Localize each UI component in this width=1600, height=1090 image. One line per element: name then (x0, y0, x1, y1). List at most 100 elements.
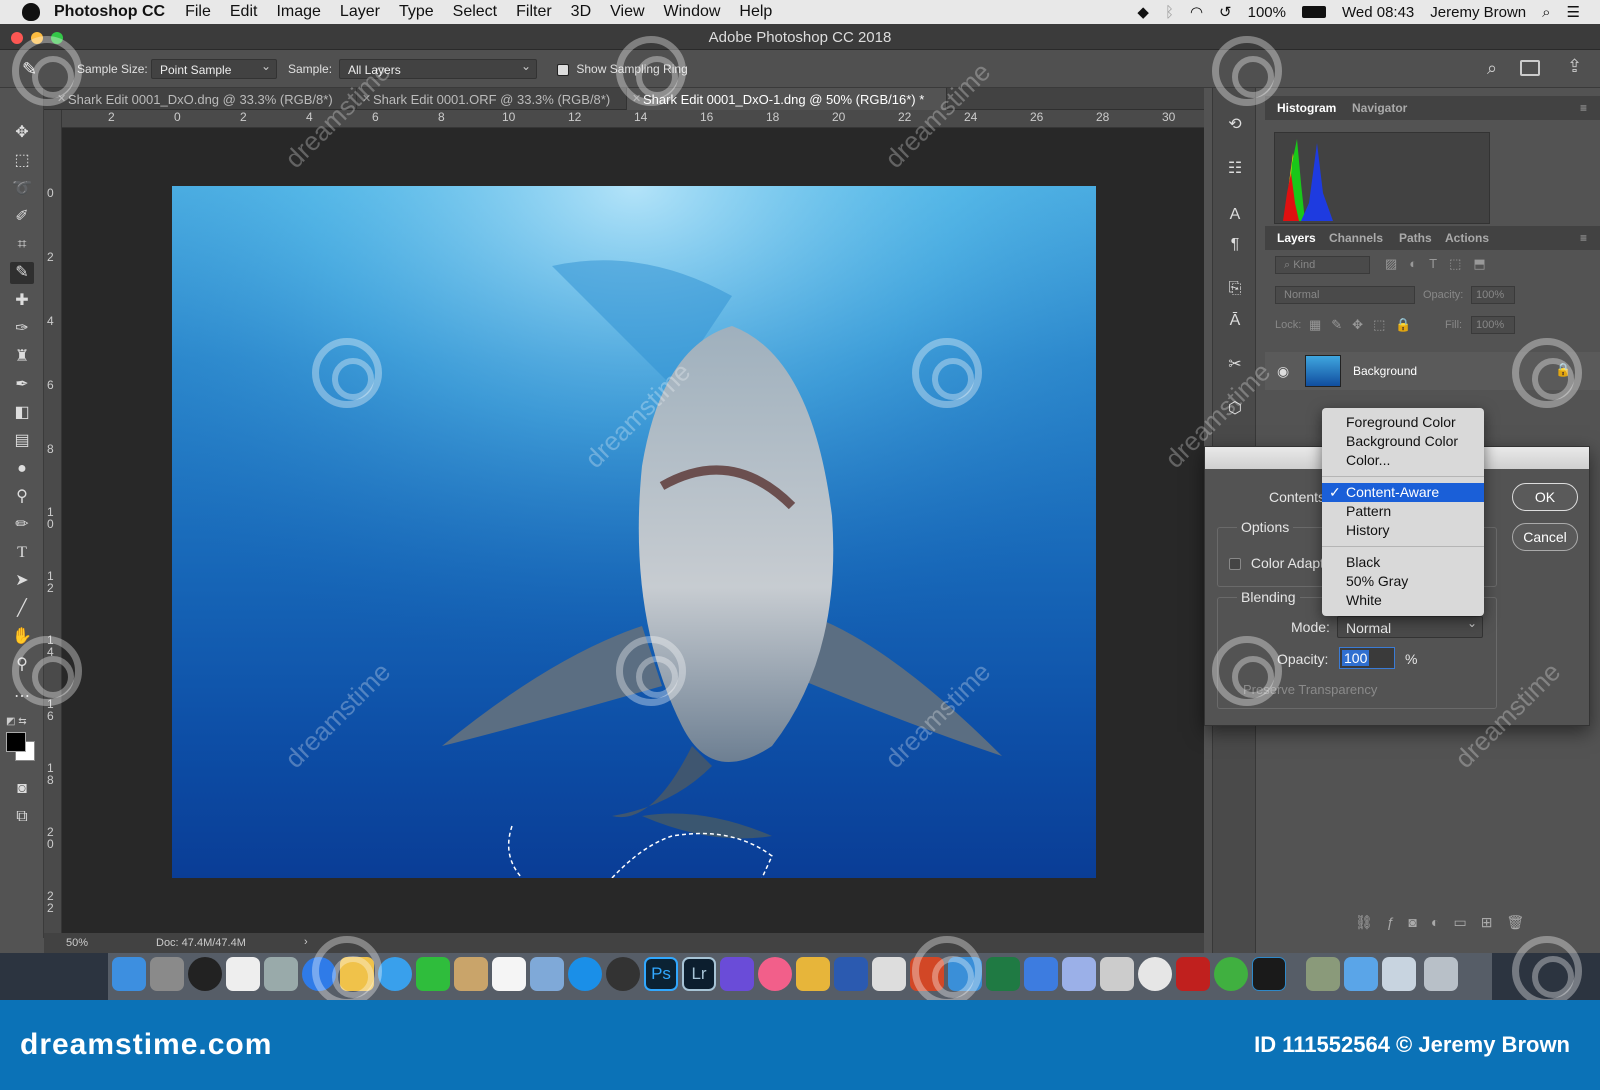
itunes-dock-icon[interactable] (758, 957, 792, 991)
dictionary-dock-icon[interactable] (796, 957, 830, 991)
history-brush-tool-icon[interactable]: ✒ (10, 374, 34, 396)
color-adaptation-option[interactable]: Color Adapta (1229, 555, 1332, 571)
lasso-tool-icon[interactable]: ➰ (10, 178, 34, 200)
crop-tool-icon[interactable]: ⌗ (10, 234, 34, 256)
tab-paths[interactable]: Paths (1399, 231, 1432, 245)
numbers-dock-icon[interactable] (1024, 957, 1058, 991)
layer-row-background[interactable]: ◉ Background 🔒 (1265, 352, 1600, 390)
character-styles-icon[interactable]: Ā (1223, 310, 1247, 332)
trash-dock-icon[interactable] (1424, 957, 1458, 991)
layer-filter-icons[interactable]: ▨◐T⬚⬒ (1385, 256, 1498, 272)
contacts-dock-icon[interactable] (454, 957, 488, 991)
menu-window[interactable]: Window (664, 3, 721, 21)
layer-opacity-input[interactable]: 100% (1471, 286, 1515, 304)
show-sampling-ring-option[interactable]: Show Sampling Ring (557, 62, 688, 76)
default-colors-icon[interactable]: ◩ ⇆ (6, 716, 27, 727)
tab-channels[interactable]: Channels (1329, 231, 1383, 245)
tool-presets-icon[interactable]: ✂ (1223, 354, 1247, 376)
type-tool-icon[interactable]: T (10, 542, 34, 564)
word-dock-icon[interactable] (834, 957, 868, 991)
clone-stamp-tool-icon[interactable]: ♜ (10, 346, 34, 368)
doc-tab-2[interactable]: ✕ Shark Edit 0001.ORF @ 33.3% (RGB/8*) (357, 88, 627, 110)
screen-mode-icon[interactable]: ⧉ (10, 806, 34, 828)
filezilla-dock-icon[interactable] (1176, 957, 1210, 991)
tab-actions[interactable]: Actions (1445, 231, 1489, 245)
tab-layers[interactable]: Layers (1277, 231, 1316, 245)
eyedropper-tool-icon[interactable]: ✎ (10, 262, 34, 284)
foreground-color-swatch[interactable] (6, 732, 26, 752)
bluetooth-icon[interactable]: ᛒ (1165, 4, 1174, 21)
textedit-dock-icon[interactable] (872, 957, 906, 991)
keynote-dock-icon[interactable] (948, 957, 982, 991)
character-panel-icon[interactable]: A (1223, 204, 1247, 226)
menu-item-color[interactable]: Color... (1322, 451, 1484, 470)
blend-mode-select[interactable]: Normal (1337, 616, 1483, 638)
panel-menu-icon[interactable]: ≡ (1580, 231, 1587, 245)
apple-menu-icon[interactable] (22, 3, 40, 21)
zoom-tool-icon[interactable]: ⚲ (10, 654, 34, 676)
photo-booth-dock-icon[interactable] (606, 957, 640, 991)
powerpoint-dock-icon[interactable] (910, 957, 944, 991)
menu-app-name[interactable]: Photoshop CC (54, 3, 165, 21)
healing-brush-tool-icon[interactable]: ✚ (10, 290, 34, 312)
downloads-dock-icon[interactable] (1382, 957, 1416, 991)
color-adaptation-checkbox[interactable] (1229, 558, 1241, 571)
dashboard-dock-icon[interactable] (188, 957, 222, 991)
chrome-dock-icon[interactable] (1138, 957, 1172, 991)
3d-panel-icon[interactable]: ⬡ (1223, 398, 1247, 420)
more-tools-icon[interactable]: ⋯ (10, 686, 34, 708)
eyedropper-preset-icon[interactable]: ✎ (22, 59, 37, 80)
path-selection-tool-icon[interactable]: ➤ (10, 570, 34, 592)
launchpad-dock-icon[interactable] (264, 957, 298, 991)
calculator-dock-icon[interactable] (1100, 957, 1134, 991)
visibility-eye-icon[interactable]: ◉ (1277, 363, 1289, 380)
ok-button[interactable]: OK (1512, 483, 1578, 511)
preview-dock-icon[interactable] (340, 957, 374, 991)
notes-dock-icon[interactable] (226, 957, 260, 991)
menu-edit[interactable]: Edit (230, 3, 258, 21)
layer-kind-filter[interactable]: ⌕ Kind (1275, 256, 1370, 274)
menu-image[interactable]: Image (276, 3, 320, 21)
eraser-tool-icon[interactable]: ◧ (10, 402, 34, 424)
quick-mask-icon[interactable]: ◙ (10, 778, 34, 800)
excel-dock-icon[interactable] (986, 957, 1020, 991)
dodge-tool-icon[interactable]: ⚲ (10, 486, 34, 508)
imovie-dock-icon[interactable] (720, 957, 754, 991)
gradient-tool-icon[interactable]: ▤ (10, 430, 34, 452)
spotlight-search-icon[interactable]: ⌕ (1542, 4, 1550, 21)
blur-tool-icon[interactable]: ● (10, 458, 34, 480)
menu-help[interactable]: Help (739, 3, 772, 21)
tab-navigator[interactable]: Navigator (1352, 101, 1407, 115)
pen-tool-icon[interactable]: ✏ (10, 514, 34, 536)
folder-dock-icon[interactable] (1344, 957, 1378, 991)
dropbox-icon[interactable]: ◆ (1137, 3, 1149, 21)
close-tab-icon[interactable]: ✕ (57, 92, 66, 105)
lightroom-dock-icon[interactable]: Lr (682, 957, 716, 991)
layer-blend-mode-select[interactable]: Normal (1275, 286, 1415, 304)
menu-select[interactable]: Select (453, 3, 497, 21)
menu-layer[interactable]: Layer (340, 3, 380, 21)
wifi-icon[interactable]: ◠ (1190, 3, 1203, 21)
paragraph-panel-icon[interactable]: ¶ (1223, 234, 1247, 256)
glyphs-panel-icon[interactable]: ⎘ (1223, 278, 1247, 300)
menu-3d[interactable]: 3D (571, 3, 591, 21)
doc-tab-1[interactable]: ✕ Shark Edit 0001_DxO.dng @ 33.3% (RGB/8… (52, 88, 357, 110)
status-arrow-icon[interactable]: › (304, 936, 308, 948)
close-tab-icon[interactable]: ✕ (632, 92, 641, 105)
menu-item-black[interactable]: Black (1322, 553, 1484, 572)
cancel-button[interactable]: Cancel (1512, 523, 1578, 551)
dialog-opacity-input[interactable]: 100 (1339, 647, 1395, 669)
photos-dock-icon[interactable] (1214, 957, 1248, 991)
menu-view[interactable]: View (610, 3, 644, 21)
layer-fill-input[interactable]: 100% (1471, 316, 1515, 334)
show-sampling-ring-checkbox[interactable] (557, 63, 569, 76)
line-tool-icon[interactable]: ╱ (10, 598, 34, 620)
menu-item-history[interactable]: History (1322, 521, 1484, 540)
photoshop-dock-icon[interactable]: Ps (644, 957, 678, 991)
sample-size-select[interactable]: Point Sample (151, 59, 277, 79)
share-icon[interactable]: ⇪ (1567, 56, 1582, 77)
zoom-level[interactable]: 50% (66, 937, 88, 949)
notification-center-icon[interactable]: ☰ (1567, 3, 1580, 21)
layer-name[interactable]: Background (1353, 364, 1417, 378)
lock-icons[interactable]: ▦✎✥⬚🔒 (1309, 317, 1422, 333)
